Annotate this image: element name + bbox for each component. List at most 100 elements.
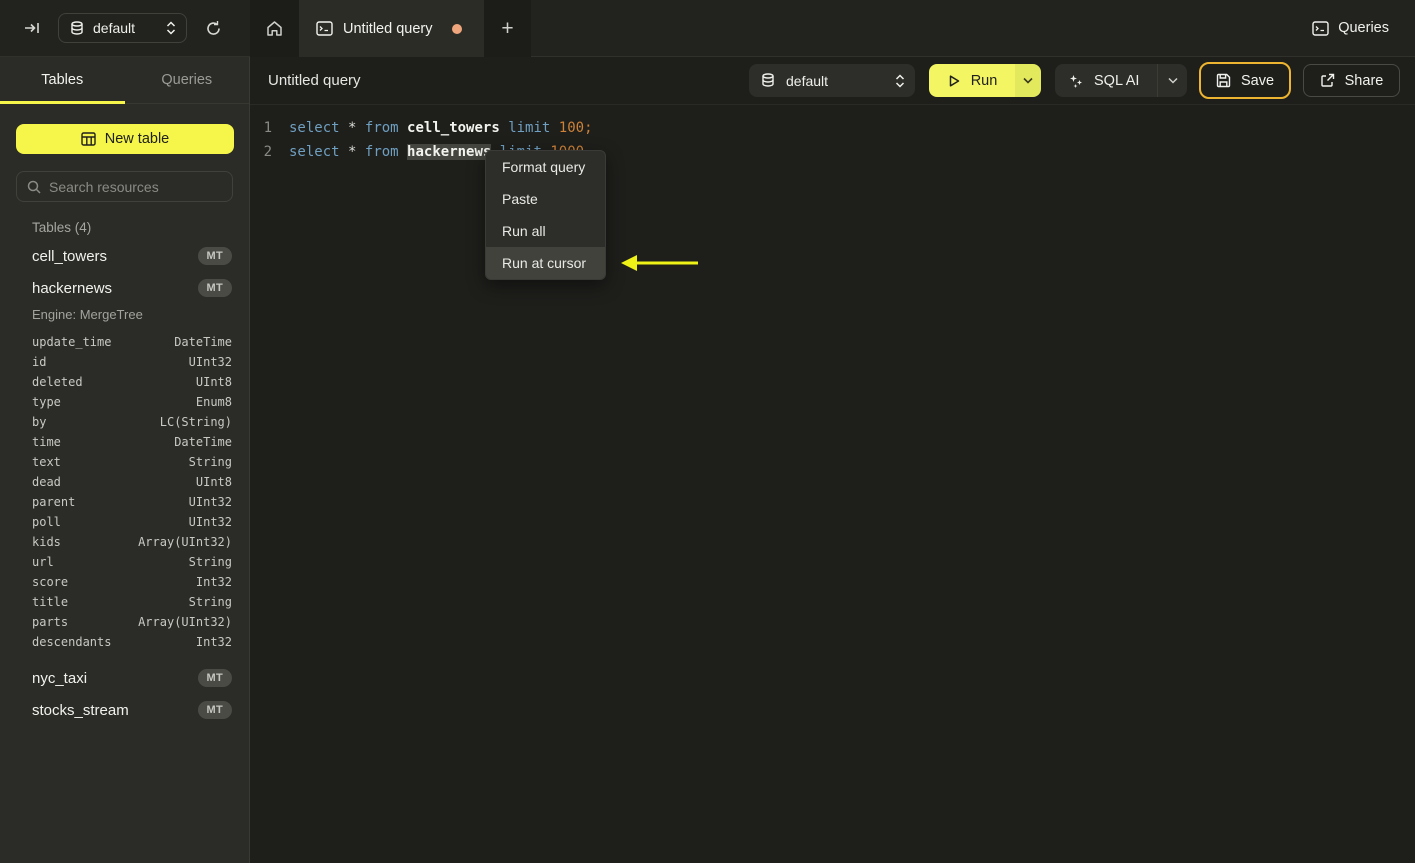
table-row-cell-towers[interactable]: cell_towers MT <box>0 240 249 272</box>
sql-keyword: limit <box>508 120 551 136</box>
column-row: deleted UInt8 <box>0 372 249 392</box>
sql-keyword: from <box>364 120 399 136</box>
column-type: Int32 <box>195 635 232 649</box>
topbar-database-value: default <box>93 20 136 36</box>
top-bar: default Untitled query + Queries <box>0 0 1415 57</box>
tab-strip: Untitled query + <box>250 0 531 57</box>
column-name: parts <box>32 615 69 629</box>
column-name: dead <box>32 475 61 489</box>
column-name: title <box>32 595 69 609</box>
line-number: 1 <box>263 120 272 136</box>
save-button-label: Save <box>1240 72 1275 89</box>
engine-badge: MT <box>197 701 232 719</box>
column-type: DateTime <box>174 335 232 349</box>
column-row: dead UInt8 <box>0 472 249 492</box>
column-row: text String <box>0 452 249 472</box>
sidebar-tab-tables[interactable]: Tables <box>0 57 125 104</box>
column-type: UInt8 <box>195 475 232 489</box>
new-table-label: New table <box>104 131 170 147</box>
run-button[interactable]: Run <box>929 64 1015 97</box>
column-type: UInt32 <box>188 355 232 369</box>
sql-star: * <box>348 120 357 136</box>
collapse-sidebar-button[interactable] <box>20 16 44 40</box>
database-icon <box>761 73 775 88</box>
column-row: descendants Int32 <box>0 632 249 652</box>
sql-number: 100; <box>558 120 593 136</box>
column-name: update_time <box>32 335 112 349</box>
refresh-icon <box>205 20 222 37</box>
new-tab-button[interactable]: + <box>484 0 531 57</box>
column-type: Int32 <box>195 575 232 589</box>
code-text: select * from cell_towers limit 100; <box>272 116 593 140</box>
menu-item-format-query[interactable]: Format query <box>486 151 605 183</box>
search-input[interactable] <box>49 178 222 195</box>
table-row-nyc-taxi[interactable]: nyc_taxi MT <box>0 662 249 694</box>
tab-untitled-query[interactable]: Untitled query <box>299 0 484 57</box>
sql-ai-label: SQL AI <box>1094 72 1140 89</box>
chevron-down-icon <box>1157 64 1187 97</box>
terminal-icon <box>1312 20 1329 36</box>
tables-section-label: Tables (4) <box>32 219 92 235</box>
sql-keyword: from <box>364 144 399 160</box>
menu-item-run-all[interactable]: Run all <box>486 215 605 247</box>
topbar-database-selector[interactable]: default <box>58 13 188 43</box>
share-button-label: Share <box>1344 72 1384 89</box>
column-row: parts Array(UInt32) <box>0 612 249 632</box>
queries-button[interactable]: Queries <box>1312 20 1389 36</box>
home-button[interactable] <box>250 0 299 57</box>
column-type: Array(UInt32) <box>138 535 232 549</box>
save-button[interactable]: Save <box>1199 62 1291 99</box>
database-icon <box>70 20 84 36</box>
column-name: deleted <box>32 375 83 389</box>
editor-context-menu: Format query Paste Run all Run at cursor <box>485 150 606 280</box>
refresh-button[interactable] <box>201 16 226 41</box>
play-icon <box>947 74 961 88</box>
code-editor[interactable]: 1 select * from cell_towers limit 100; 2… <box>250 105 1415 863</box>
engine-badge: MT <box>197 669 232 687</box>
column-name: score <box>32 575 69 589</box>
engine-badge: MT <box>197 247 232 265</box>
run-options-button[interactable] <box>1015 64 1041 97</box>
run-button-group: Run <box>929 64 1041 97</box>
home-icon <box>266 20 283 37</box>
column-name: url <box>32 555 54 569</box>
sql-table-name: cell_towers <box>407 120 500 136</box>
column-name: poll <box>32 515 61 529</box>
sql-table-name-selected: hackernews <box>407 144 492 160</box>
column-name: descendants <box>32 635 112 649</box>
table-row-stocks-stream[interactable]: stocks_stream MT <box>0 694 249 726</box>
editor-database-value: default <box>786 72 829 89</box>
column-type: LC(String) <box>159 415 232 429</box>
column-row: time DateTime <box>0 432 249 452</box>
column-name: parent <box>32 495 76 509</box>
column-type: String <box>188 595 232 609</box>
column-row: score Int32 <box>0 572 249 592</box>
annotation-arrow <box>618 252 702 274</box>
column-row: title String <box>0 592 249 612</box>
engine-label: Engine: MergeTree <box>32 306 143 322</box>
menu-item-run-at-cursor[interactable]: Run at cursor <box>486 247 605 279</box>
column-name: time <box>32 435 61 449</box>
sql-ai-button[interactable]: SQL AI <box>1055 64 1187 97</box>
sql-star: * <box>348 144 357 160</box>
column-name: id <box>32 355 47 369</box>
table-row-hackernews[interactable]: hackernews MT <box>0 272 249 304</box>
share-button[interactable]: Share <box>1303 64 1400 97</box>
sparkles-icon <box>1055 73 1094 89</box>
sql-keyword: select <box>289 120 340 136</box>
new-table-button[interactable]: New table <box>16 124 234 154</box>
menu-item-paste[interactable]: Paste <box>486 183 605 215</box>
chevron-updown-icon <box>895 73 905 88</box>
engine-badge: MT <box>197 279 232 297</box>
table-name: nyc_taxi <box>32 669 88 687</box>
column-row: url String <box>0 552 249 572</box>
editor-database-selector[interactable]: default <box>749 64 915 97</box>
column-type: UInt8 <box>195 375 232 389</box>
column-name: by <box>32 415 47 429</box>
top-bar-right: Queries <box>1312 20 1415 36</box>
column-name: kids <box>32 535 61 549</box>
save-icon <box>1216 73 1231 88</box>
table-name: hackernews <box>32 279 113 297</box>
sidebar-tab-queries[interactable]: Queries <box>125 57 250 103</box>
column-row: id UInt32 <box>0 352 249 372</box>
